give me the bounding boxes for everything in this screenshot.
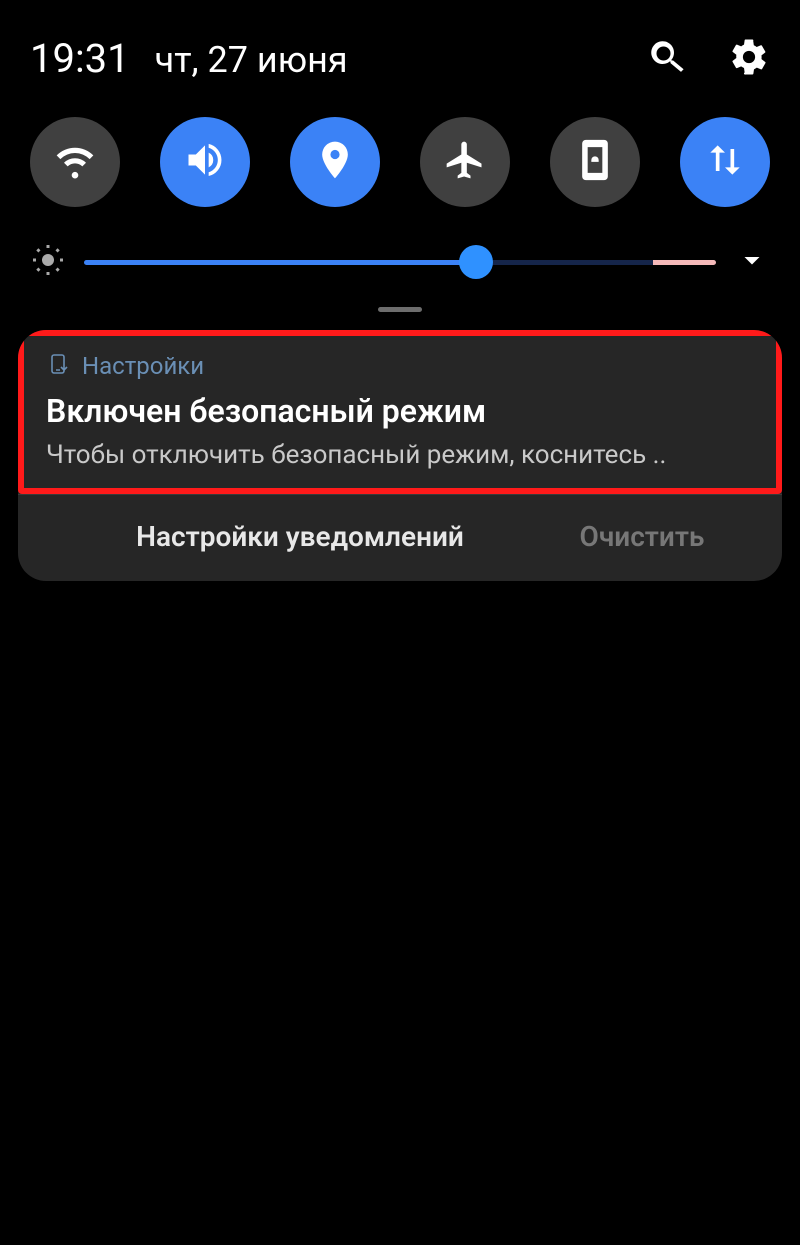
svg-text:1: 1 <box>478 802 502 852</box>
toggle-mobile-data[interactable] <box>680 117 770 207</box>
settings-app-icon <box>46 352 70 380</box>
notification-footer: Настройки уведомлений Очистить <box>18 494 782 581</box>
brightness-track <box>84 260 716 265</box>
clock-time: 19:31 <box>30 35 130 82</box>
brightness-row <box>30 242 770 282</box>
notification-settings-button[interactable]: Настройки уведомлений <box>58 520 542 553</box>
app-yandex-maps[interactable]: Яндекс.Карты <box>588 970 776 1130</box>
app-label: Настройки <box>620 897 742 925</box>
notification-app-row: Настройки <box>46 352 754 380</box>
notification-app-name: Настройки <box>82 352 204 380</box>
quick-toggles-row <box>30 117 770 207</box>
brightness-low-icon <box>30 242 66 282</box>
clock-date: чт, 27 июня <box>155 39 348 81</box>
nav-arrow-icon <box>59 765 179 885</box>
app-chrome[interactable]: Chrome <box>213 970 401 1130</box>
quick-settings-header: 19:31 чт, 27 июня <box>30 35 770 82</box>
toggle-sound[interactable] <box>160 117 250 207</box>
app-clock[interactable]: 1 Часы <box>400 765 588 925</box>
wifi-icon <box>53 138 97 186</box>
volume-icon <box>183 138 227 186</box>
gear-icon <box>621 765 741 885</box>
quick-settings-panel: 19:31 чт, 27 июня <box>0 0 800 312</box>
brightness-slider[interactable] <box>84 242 716 282</box>
toggle-rotation-lock[interactable] <box>550 117 640 207</box>
search-icon[interactable] <box>646 36 688 82</box>
app-vk[interactable]: ВКонтакте <box>25 970 213 1130</box>
app-label: Яндекс.Карты <box>602 1102 761 1130</box>
app-settings[interactable]: Настройки <box>588 765 776 925</box>
app-label: WhatsApp <box>439 1102 549 1130</box>
vk-icon <box>59 970 179 1090</box>
airplane-icon <box>443 138 487 186</box>
notification-title: Включен безопасный режим <box>46 392 754 430</box>
mobile-data-icon <box>703 138 747 186</box>
app-label: ВКонтакте <box>60 1102 178 1130</box>
app-label: Часы <box>463 897 524 925</box>
chrome-icon <box>246 970 366 1090</box>
shade-drag-handle[interactable] <box>378 307 422 312</box>
whatsapp-icon <box>434 970 554 1090</box>
notification-safe-mode[interactable]: Настройки Включен безопасный режим Чтобы… <box>18 330 782 494</box>
shade-dim-overlay <box>0 685 800 1245</box>
app-whatsapp[interactable]: WhatsApp <box>400 970 588 1130</box>
app-label: Chrome <box>264 1102 348 1130</box>
notification-area: Настройки Включен безопасный режим Чтобы… <box>0 330 800 581</box>
gear-icon[interactable] <box>728 36 770 82</box>
clock-icon: 1 <box>434 765 554 885</box>
time-date-block[interactable]: 19:31 чт, 27 июня <box>30 35 348 82</box>
clear-all-button[interactable]: Очистить <box>542 520 742 553</box>
brightness-thumb[interactable] <box>459 245 493 279</box>
header-actions <box>646 36 770 82</box>
rotation-lock-icon <box>573 138 617 186</box>
notification-body: Чтобы отключить безопасный режим, коснит… <box>46 440 754 470</box>
toggle-wifi[interactable] <box>30 117 120 207</box>
home-apps-grid: Навигатор 1 Часы Настройки ВКонтакте <box>0 705 800 1130</box>
yandex-maps-icon <box>621 970 741 1090</box>
app-label: Навигатор <box>59 897 178 925</box>
toggle-location[interactable] <box>290 117 380 207</box>
notification-card: Настройки Включен безопасный режим Чтобы… <box>18 330 782 581</box>
home-screen-background: Навигатор 1 Часы Настройки ВКонтакте <box>0 685 800 1245</box>
chevron-down-icon[interactable] <box>734 242 770 282</box>
location-icon <box>313 138 357 186</box>
toggle-airplane[interactable] <box>420 117 510 207</box>
app-navigator[interactable]: Навигатор <box>25 765 213 925</box>
